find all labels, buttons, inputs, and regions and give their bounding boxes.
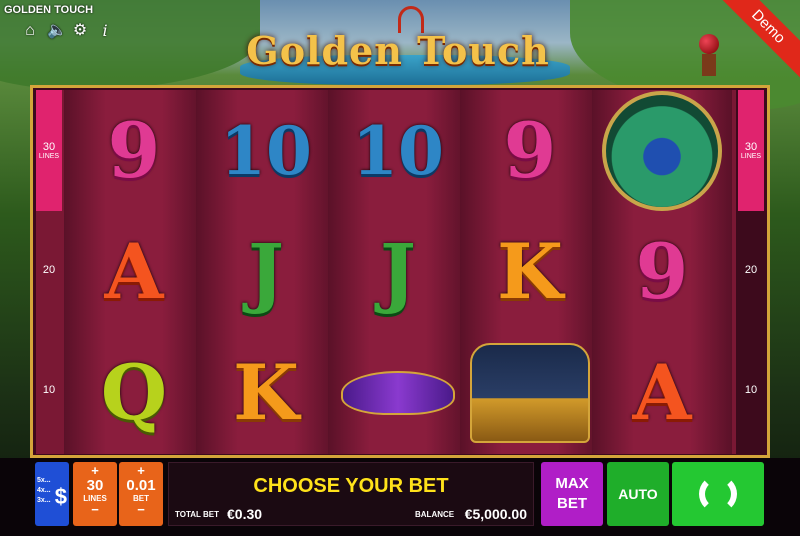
lines-selector: + 30 LINES −	[73, 462, 117, 526]
symbol-a: A	[632, 347, 692, 437]
symbol-10: 10	[220, 111, 312, 190]
symbol-peacock	[592, 90, 732, 211]
max-bet-label-1: MAX	[555, 475, 589, 492]
peacock-icon	[602, 90, 722, 211]
reel-1: 9 A Q	[64, 90, 204, 454]
symbol-carriage	[460, 332, 600, 453]
reel-4: 9 K	[460, 90, 600, 454]
symbol-j: J	[380, 226, 416, 316]
refresh-icon	[699, 475, 737, 513]
bet-plus-button[interactable]: +	[119, 464, 163, 478]
symbol-9: 9	[635, 226, 689, 316]
settings-icon[interactable]: ⚙	[72, 22, 88, 40]
reel-area: 9 A Q 10 J K 10 J 9 K 9 A	[36, 90, 736, 454]
carriage-icon	[470, 342, 590, 443]
toolbar: ⌂ 🔈 ⚙ i	[22, 22, 113, 40]
max-bet-button[interactable]: MAX BET	[541, 462, 603, 526]
line-markers-left: 30 LINES 20 10	[36, 90, 62, 454]
total-bet-value: €0.30	[227, 506, 263, 522]
symbol-k: K	[496, 226, 564, 316]
dollar-icon: $	[54, 484, 67, 509]
line-markers-right: 30 LINES 20 10	[738, 90, 764, 454]
symbol-k: K	[232, 347, 300, 437]
symbol-9: 9	[503, 105, 557, 195]
symbol-a: A	[104, 226, 164, 316]
lines-marker-10[interactable]: 10	[36, 384, 62, 396]
message-panel: CHOOSE YOUR BET TOTAL BET €0.30 BALANCE …	[168, 462, 534, 526]
lines-value: 30	[86, 477, 104, 494]
sound-icon[interactable]: 🔈	[47, 22, 67, 40]
game-logo: Golden Touch	[246, 28, 550, 73]
symbol-10: 10	[352, 111, 444, 190]
symbol-9: 9	[107, 105, 161, 195]
reel-3: 10 J	[328, 90, 468, 454]
balance-label: BALANCE	[415, 510, 455, 519]
lines-plus-button[interactable]: +	[73, 464, 117, 478]
app-title: GOLDEN TOUCH	[4, 4, 94, 16]
spin-button[interactable]	[672, 462, 764, 526]
bet-selector: + 0.01 BET −	[119, 462, 163, 526]
symbol-q: Q	[100, 347, 168, 437]
bet-value: 0.01	[126, 477, 156, 494]
total-bet-label: TOTAL BET	[175, 510, 219, 519]
reel-5: 9 A	[592, 90, 732, 454]
symbol-mask	[328, 332, 468, 453]
reel-2: 10 J K	[196, 90, 336, 454]
balance-value: €5,000.00	[464, 506, 527, 522]
lines-marker-30[interactable]: 30 LINES	[738, 90, 764, 211]
garden-post	[695, 34, 723, 78]
status-message: CHOOSE YOUR BET	[253, 475, 449, 497]
auto-button[interactable]: AUTO	[607, 462, 669, 526]
paytable-button[interactable]: 5x... 4x... 3x... $	[35, 462, 69, 526]
lines-marker-20[interactable]: 20	[738, 264, 764, 276]
lines-marker-10[interactable]: 10	[738, 384, 764, 396]
lines-marker-30[interactable]: 30 LINES	[36, 90, 62, 211]
home-icon[interactable]: ⌂	[22, 22, 38, 40]
info-icon[interactable]: i	[97, 22, 113, 40]
bet-minus-button[interactable]: −	[119, 503, 163, 516]
lines-minus-button[interactable]: −	[73, 503, 117, 516]
paytable-multipliers: 5x... 4x... 3x...	[37, 477, 51, 504]
mask-icon	[341, 370, 455, 415]
lines-marker-20[interactable]: 20	[36, 264, 62, 276]
symbol-j: J	[248, 226, 284, 316]
max-bet-label-2: BET	[557, 495, 587, 512]
